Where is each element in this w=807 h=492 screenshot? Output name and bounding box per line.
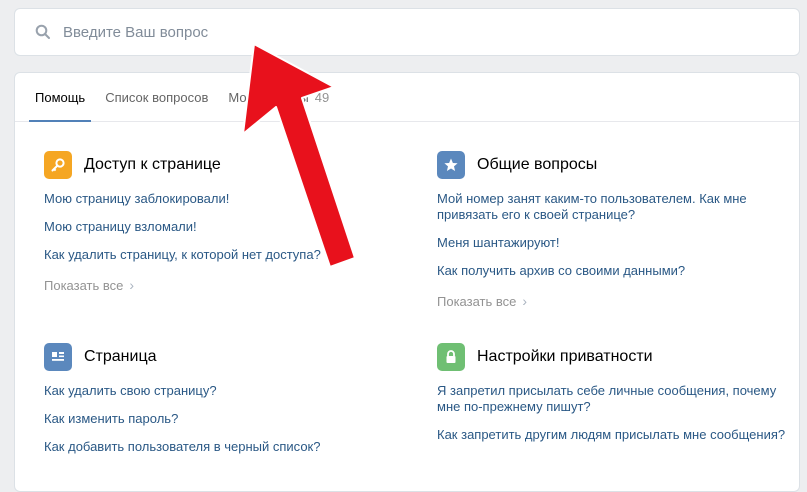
show-all-link[interactable]: Показать все › [44,277,404,293]
tab-count-badge: 49 [314,89,330,105]
question-link[interactable]: Как получить архив со своими данными? [437,263,777,279]
chevron-right-icon: › [129,277,135,293]
section-title: Настройки приватности [477,348,653,365]
question-link[interactable]: Я запретил присылать себе личные сообщен… [437,383,787,415]
tab-label: Мои вопросы [228,89,309,105]
tab-help[interactable]: Помощь [29,73,92,122]
section-page-access: Доступ к странице Мою страницу заблокиро… [44,151,404,293]
tab-label: Помощь [35,89,86,105]
question-link[interactable]: Меня шантажируют! [437,235,777,251]
section-title: Страница [84,348,157,365]
question-link[interactable]: Как удалить свою страницу? [44,383,404,399]
key-icon [44,151,72,179]
show-all-label: Показать все [437,293,517,309]
question-link[interactable]: Мой номер занят каким-то пользователем. … [437,191,777,223]
search-bar[interactable]: Введите Ваш вопрос [14,8,800,56]
tab-questions-list[interactable]: Список вопросов [99,73,214,121]
tab-label: Список вопросов [105,89,209,105]
question-link[interactable]: Как запретить другим людям присылать мне… [437,427,787,443]
show-all-label: Показать все [44,277,124,293]
star-icon [437,151,465,179]
section-title: Общие вопросы [477,156,598,173]
show-all-link[interactable]: Показать все › [437,293,777,309]
section-privacy-settings: Настройки приватности Я запретил присыла… [437,343,787,443]
section-general-questions: Общие вопросы Мой номер занят каким-то п… [437,151,777,309]
tab-bar: Помощь Список вопросов Мои вопросы 49 [15,73,799,122]
help-panel: Помощь Список вопросов Мои вопросы 49 До… [14,72,800,492]
search-icon [35,24,51,40]
question-link[interactable]: Как добавить пользователя в черный списо… [44,439,404,455]
search-input[interactable]: Введите Ваш вопрос [63,24,208,41]
lock-icon [437,343,465,371]
question-link[interactable]: Мою страницу заблокировали! [44,191,404,207]
page-icon [44,343,72,371]
tab-my-questions[interactable]: Мои вопросы 49 [222,73,335,121]
section-title: Доступ к странице [84,156,221,173]
section-page: Страница Как удалить свою страницу? Как … [44,343,404,455]
question-link[interactable]: Как изменить пароль? [44,411,404,427]
question-link[interactable]: Мою страницу взломали! [44,219,404,235]
question-link[interactable]: Как удалить страницу, к которой нет дост… [44,247,404,263]
chevron-right-icon: › [522,293,528,309]
